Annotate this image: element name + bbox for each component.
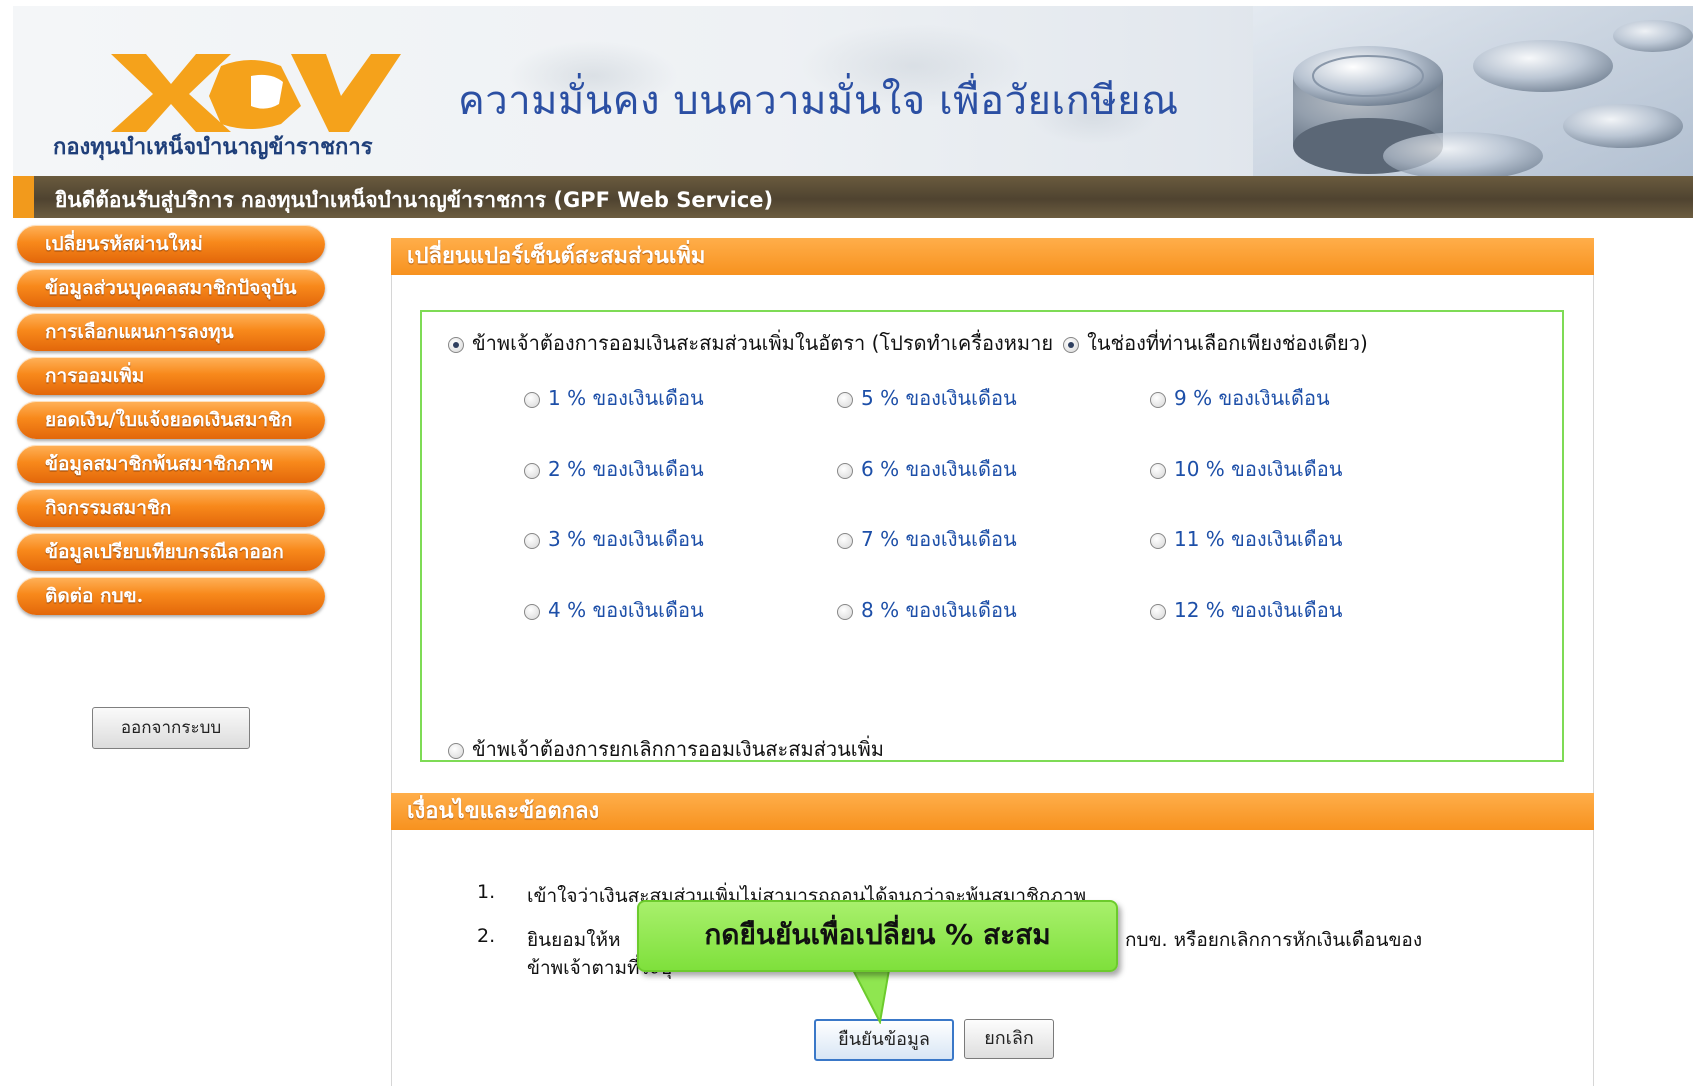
percent-label-5: 5 % ของเงินเดือน <box>861 386 1017 410</box>
terms-number: 1. <box>477 881 496 903</box>
percent-label-1: 1 % ของเงินเดือน <box>548 386 704 410</box>
percent-radio-12[interactable] <box>1150 603 1166 620</box>
sidebar-menu: เปลี่ยนรหัสผ่านใหม่ ข้อมูลส่วนบุคคลสมาชิ… <box>17 225 325 621</box>
percent-radio-2[interactable] <box>524 462 540 479</box>
sidebar-item-extra-savings[interactable]: การออมเพิ่ม <box>17 357 325 395</box>
percent-radio-10[interactable] <box>1150 462 1166 479</box>
welcome-accent <box>13 176 34 218</box>
slogan: ความมั่นคง บนความมั่นใจ เพื่อวัยเกษียณ <box>458 78 1179 124</box>
percent-option-1[interactable]: 1 % ของเงินเดือน <box>524 382 704 414</box>
increase-option-label: ข้าพเจ้าต้องการออมเงินสะสมส่วนเพิ่มในอัต… <box>472 331 1054 355</box>
percent-label-9: 9 % ของเงินเดือน <box>1174 386 1330 410</box>
sidebar-item-resignation-comparison[interactable]: ข้อมูลเปรียบเทียบกรณีลาออก <box>17 533 325 571</box>
percent-label-6: 6 % ของเงินเดือน <box>861 457 1017 481</box>
percent-label-7: 7 % ของเงินเดือน <box>861 527 1017 551</box>
confirm-button[interactable]: ยืนยันข้อมูล <box>814 1019 954 1061</box>
percent-radio-6[interactable] <box>837 462 853 479</box>
sidebar-item-member-activities[interactable]: กิจกรรมสมาชิก <box>17 489 325 527</box>
percent-option-3[interactable]: 3 % ของเงินเดือน <box>524 523 704 555</box>
sidebar-item-investment-plan[interactable]: การเลือกแผนการลงทุน <box>17 313 325 351</box>
percent-radio-5[interactable] <box>837 391 853 408</box>
sidebar-item-change-password[interactable]: เปลี่ยนรหัสผ่านใหม่ <box>17 225 325 263</box>
percent-option-11[interactable]: 11 % ของเงินเดือน <box>1150 523 1342 555</box>
percent-option-2[interactable]: 2 % ของเงินเดือน <box>524 453 704 485</box>
logo-text: กองทุนบำเหน็จบำนาญข้าราชการ <box>53 135 373 160</box>
percent-radio-8[interactable] <box>837 603 853 620</box>
percent-radio-7[interactable] <box>837 532 853 549</box>
header-banner: กองทุนบำเหน็จบำนาญข้าราชการ ความมั่นคง บ… <box>13 6 1693 176</box>
percent-option-5[interactable]: 5 % ของเงินเดือน <box>837 382 1017 414</box>
section-title-terms: เงื่อนไขและข้อตกลง <box>391 793 1594 830</box>
percent-option-4[interactable]: 4 % ของเงินเดือน <box>524 594 704 626</box>
percent-label-10: 10 % ของเงินเดือน <box>1174 457 1343 481</box>
percent-label-11: 11 % ของเงินเดือน <box>1174 527 1343 551</box>
percent-label-12: 12 % ของเงินเดือน <box>1174 598 1343 622</box>
percent-label-4: 4 % ของเงินเดือน <box>548 598 704 622</box>
example-checked-radio-icon <box>1063 336 1080 353</box>
coins-image-icon <box>1253 6 1693 176</box>
welcome-text: ยินดีต้อนรับสู่บริการ กองทุนบำเหน็จบำนาญ… <box>55 188 774 212</box>
terms-text-end: กบข. หรือยกเลิกการหักเงินเดือนของ <box>1125 929 1423 951</box>
percent-radio-9[interactable] <box>1150 391 1166 408</box>
increase-option-row: ข้าพเจ้าต้องการออมเงินสะสมส่วนเพิ่มในอัต… <box>448 327 1368 359</box>
gpf-logo-icon <box>111 54 401 132</box>
terms-text-start: ยินยอมให้ห <box>527 929 621 951</box>
percent-label-8: 8 % ของเงินเดือน <box>861 598 1017 622</box>
sidebar-item-former-member-info[interactable]: ข้อมูลสมาชิกพ้นสมาชิกภาพ <box>17 445 325 483</box>
logout-button[interactable]: ออกจากระบบ <box>92 707 250 749</box>
callout-annotation: กดยืนยันเพื่อเปลี่ยน % สะสม <box>637 900 1118 972</box>
percent-label-2: 2 % ของเงินเดือน <box>548 457 704 481</box>
percent-option-7[interactable]: 7 % ของเงินเดือน <box>837 523 1017 555</box>
percent-label-3: 3 % ของเงินเดือน <box>548 527 704 551</box>
sidebar-item-balance-statement[interactable]: ยอดเงิน/ใบแจ้งยอดเงินสมาชิก <box>17 401 325 439</box>
percent-radio-11[interactable] <box>1150 532 1166 549</box>
section-title-change-percent: เปลี่ยนแปอร์เซ็นต์สะสมส่วนเพิ่ม <box>391 238 1594 275</box>
increase-option-label-b: ในช่องที่ท่านเลือกเพียงช่องเดียว) <box>1087 331 1368 355</box>
sidebar-item-contact[interactable]: ติดต่อ กบข. <box>17 577 325 615</box>
increase-radio[interactable] <box>448 336 464 353</box>
cancel-savings-option-row[interactable]: ข้าพเจ้าต้องการยกเลิกการออมเงินสะสมส่วนเ… <box>448 733 884 765</box>
percent-radio-1[interactable] <box>524 391 540 408</box>
cancel-savings-label: ข้าพเจ้าต้องการยกเลิกการออมเงินสะสมส่วนเ… <box>472 737 884 761</box>
percent-radio-4[interactable] <box>524 603 540 620</box>
sidebar-item-personal-info[interactable]: ข้อมูลส่วนบุคคลสมาชิกปัจจุบัน <box>17 269 325 307</box>
percent-option-6[interactable]: 6 % ของเงินเดือน <box>837 453 1017 485</box>
percent-option-8[interactable]: 8 % ของเงินเดือน <box>837 594 1017 626</box>
percent-option-9[interactable]: 9 % ของเงินเดือน <box>1150 382 1330 414</box>
percent-option-12[interactable]: 12 % ของเงินเดือน <box>1150 594 1342 626</box>
welcome-bar: ยินดีต้อนรับสู่บริการ กองทุนบำเหน็จบำนาญ… <box>13 176 1693 218</box>
terms-number: 2. <box>477 925 496 947</box>
percent-radio-3[interactable] <box>524 532 540 549</box>
callout-pointer-icon <box>850 964 892 1024</box>
cancel-savings-radio[interactable] <box>448 742 464 759</box>
percent-option-10[interactable]: 10 % ของเงินเดือน <box>1150 453 1342 485</box>
cancel-button[interactable]: ยกเลิก <box>964 1019 1054 1059</box>
